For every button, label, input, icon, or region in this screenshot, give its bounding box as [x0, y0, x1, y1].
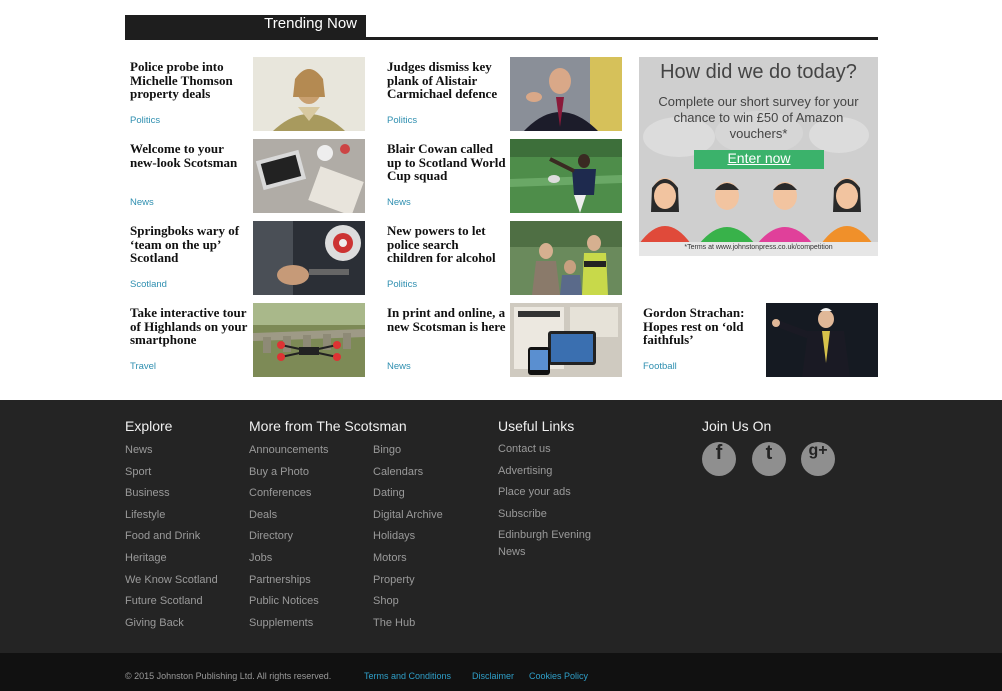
newspaper-icon[interactable]	[510, 303, 622, 377]
enter-now-button[interactable]: Enter now	[694, 150, 824, 169]
story-category[interactable]: Football	[643, 361, 677, 372]
footer-link[interactable]: Food and Drink	[125, 530, 218, 552]
footer-link[interactable]: We Know Scotland	[125, 574, 218, 596]
story-headline[interactable]: Springboks wary of ‘team on the up’ Scot…	[130, 224, 249, 265]
story-headline[interactable]: Blair Cowan called up to Scotland World …	[387, 142, 506, 183]
terms-link[interactable]: Terms and Conditions	[364, 671, 451, 681]
story-card[interactable]: Judges dismiss key plank of Alistair Car…	[382, 57, 622, 131]
story-category[interactable]: Politics	[387, 279, 417, 290]
footer-link[interactable]: Heritage	[125, 552, 218, 574]
story-headline[interactable]: Judges dismiss key plank of Alistair Car…	[387, 60, 506, 101]
footer-link[interactable]: Bingo	[373, 444, 443, 466]
trending-title: Trending Now	[264, 15, 357, 32]
trending-rule	[366, 37, 878, 40]
twitter-glyph: t	[765, 442, 773, 464]
survey-ad[interactable]: How did we do today? Complete our short …	[639, 57, 878, 256]
footer-link[interactable]: Announcements	[249, 444, 329, 466]
footer-link[interactable]: Subscribe	[498, 506, 603, 523]
portrait-icon[interactable]	[510, 57, 622, 131]
footer-link[interactable]: Contact us	[498, 441, 603, 458]
story-category[interactable]: Politics	[130, 115, 160, 126]
story-category[interactable]: News	[130, 197, 154, 208]
portrait-icon[interactable]	[253, 57, 365, 131]
footer-heading-explore: Explore	[125, 418, 173, 434]
desk-icon[interactable]	[253, 139, 365, 213]
footer-link[interactable]: Motors	[373, 552, 443, 574]
footer-link[interactable]: News	[125, 444, 218, 466]
story-category[interactable]: Politics	[387, 115, 417, 126]
footer-link[interactable]: Shop	[373, 595, 443, 617]
footer-link[interactable]: Calendars	[373, 466, 443, 488]
story-category[interactable]: Travel	[130, 361, 156, 372]
story-headline[interactable]: In print and online, a new Scotsman is h…	[387, 306, 506, 333]
google-plus-glyph: g+	[808, 442, 828, 459]
gym-icon[interactable]	[253, 221, 365, 295]
footer-link[interactable]: Jobs	[249, 552, 329, 574]
explore-links: News Sport Business Lifestyle Food and D…	[125, 444, 218, 638]
footer-link[interactable]: Buy a Photo	[249, 466, 329, 488]
facebook-glyph: f	[715, 442, 723, 464]
people-illustration-icon	[639, 178, 873, 244]
footer-link[interactable]: Future Scotland	[125, 595, 218, 617]
useful-links: Contact us Advertising Place your ads Su…	[498, 441, 603, 566]
footer-link[interactable]: The Hub	[373, 617, 443, 639]
story-card[interactable]: Welcome to your new-look Scotsman News	[125, 139, 365, 213]
footer-heading-join: Join Us On	[702, 418, 772, 434]
footer-link[interactable]: Place your ads	[498, 484, 603, 501]
story-card[interactable]: New powers to let police search children…	[382, 221, 622, 295]
story-card[interactable]: Police probe into Michelle Thomson prope…	[125, 57, 365, 131]
story-card[interactable]: In print and online, a new Scotsman is h…	[382, 303, 622, 377]
story-category[interactable]: Scotland	[130, 279, 167, 290]
drone-icon[interactable]	[253, 303, 365, 377]
more-links-col2: Bingo Calendars Dating Digital Archive H…	[373, 444, 443, 638]
rugby-icon[interactable]	[510, 139, 622, 213]
story-card[interactable]: Blair Cowan called up to Scotland World …	[382, 139, 622, 213]
footer-link[interactable]: Lifestyle	[125, 509, 218, 531]
footer-link[interactable]: Directory	[249, 530, 329, 552]
cookies-policy-link[interactable]: Cookies Policy	[529, 671, 588, 681]
footer-link[interactable]: Public Notices	[249, 595, 329, 617]
footer-link[interactable]: Digital Archive	[373, 509, 443, 531]
footer-link[interactable]: Sport	[125, 466, 218, 488]
ad-heading: How did we do today?	[660, 61, 857, 83]
story-headline[interactable]: Take interactive tour of Highlands on yo…	[130, 306, 249, 347]
copyright-text: © 2015 Johnston Publishing Ltd. All righ…	[125, 671, 332, 681]
twitter-icon[interactable]: t	[752, 442, 786, 476]
footer-link[interactable]: Advertising	[498, 463, 603, 480]
ad-terms: *Terms at www.johnstonpress.co.uk/compet…	[684, 244, 833, 251]
footer-link[interactable]: Property	[373, 574, 443, 596]
manager-icon[interactable]	[766, 303, 878, 377]
disclaimer-link[interactable]: Disclaimer	[472, 671, 514, 681]
story-card[interactable]: Take interactive tour of Highlands on yo…	[125, 303, 365, 377]
story-category[interactable]: News	[387, 361, 411, 372]
story-card[interactable]: Gordon Strachan: Hopes rest on ‘old fait…	[638, 303, 878, 377]
footer-link[interactable]: Holidays	[373, 530, 443, 552]
more-links-col1: Announcements Buy a Photo Conferences De…	[249, 444, 329, 638]
story-headline[interactable]: Gordon Strachan: Hopes rest on ‘old fait…	[643, 306, 762, 347]
footer-link[interactable]: Business	[125, 487, 218, 509]
footer-link[interactable]: Partnerships	[249, 574, 329, 596]
footer-link[interactable]: Conferences	[249, 487, 329, 509]
footer-link[interactable]: Giving Back	[125, 617, 218, 639]
google-plus-icon[interactable]: g+	[801, 442, 835, 476]
footer-heading-useful: Useful Links	[498, 418, 575, 434]
footer-link[interactable]: Supplements	[249, 617, 329, 639]
story-category[interactable]: News	[387, 197, 411, 208]
footer-link[interactable]: Deals	[249, 509, 329, 531]
ad-body: Complete our short survey for your chanc…	[658, 94, 859, 141]
story-headline[interactable]: Welcome to your new-look Scotsman	[130, 142, 249, 169]
footer-link[interactable]: Dating	[373, 487, 443, 509]
police-icon[interactable]	[510, 221, 622, 295]
story-card[interactable]: Springboks wary of ‘team on the up’ Scot…	[125, 221, 365, 295]
story-headline[interactable]: New powers to let police search children…	[387, 224, 506, 265]
footer-heading-more: More from The Scotsman	[249, 418, 407, 434]
story-headline[interactable]: Police probe into Michelle Thomson prope…	[130, 60, 249, 101]
facebook-icon[interactable]: f	[702, 442, 736, 476]
footer-link[interactable]: Edinburgh Evening News	[498, 527, 603, 561]
